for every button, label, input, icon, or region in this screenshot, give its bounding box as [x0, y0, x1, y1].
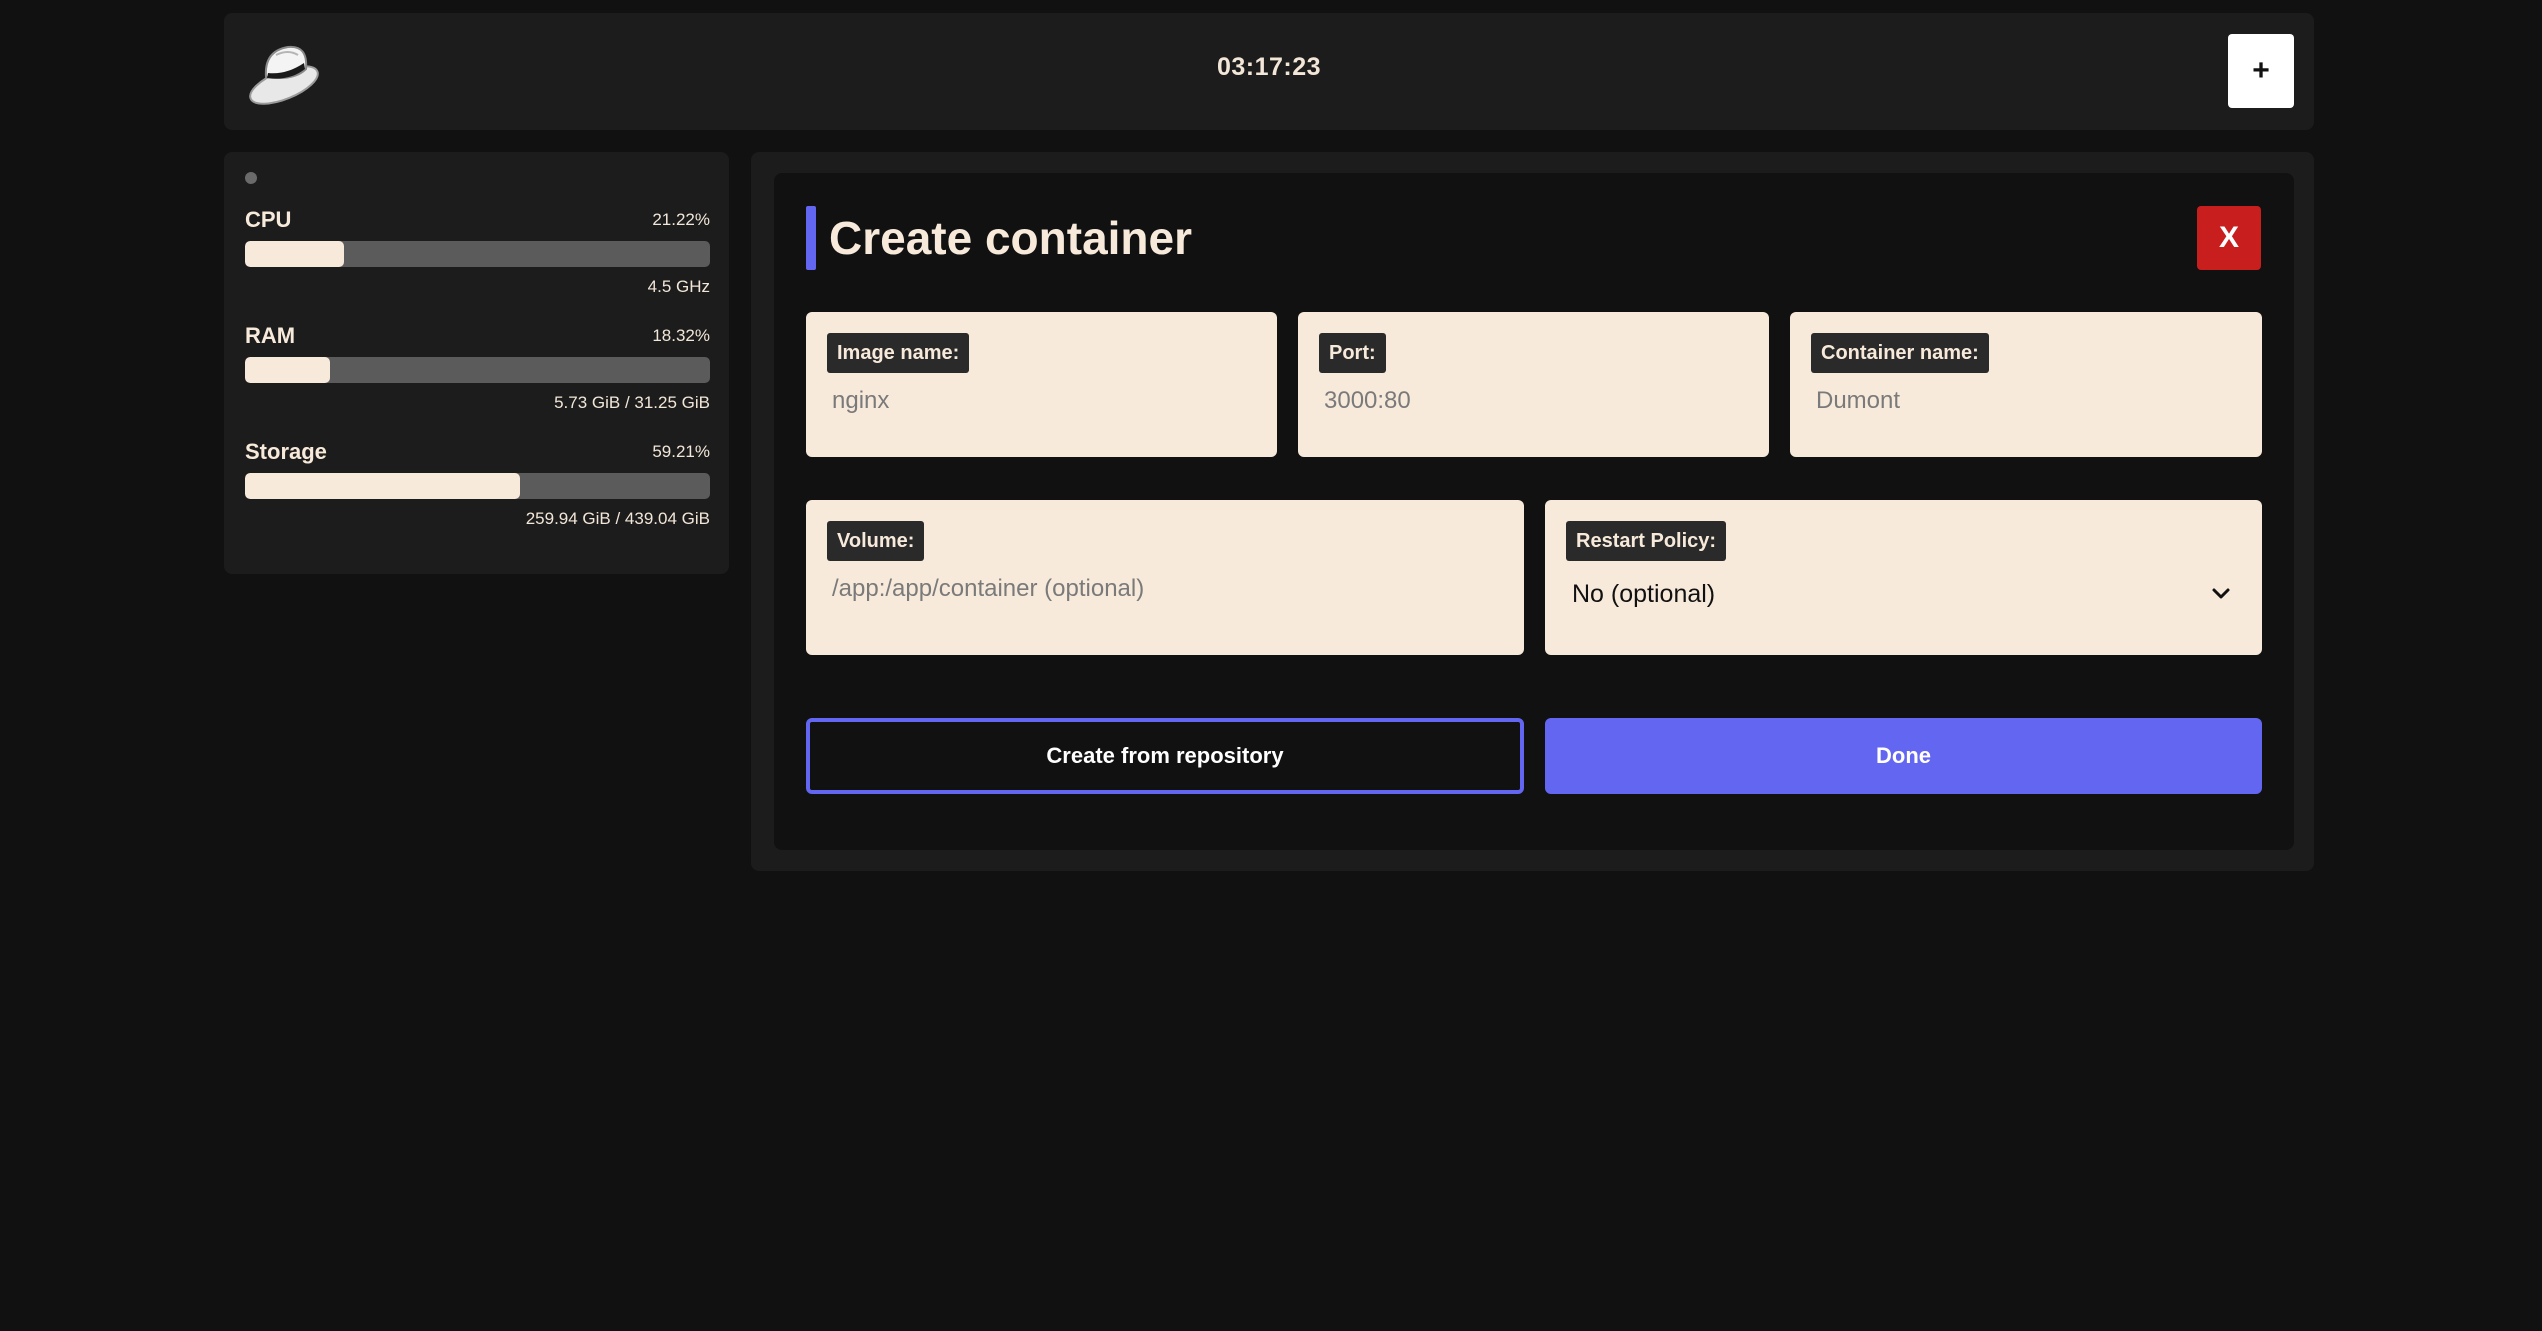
image-name-label: Image name:	[827, 333, 970, 373]
container-name-label: Container name:	[1811, 333, 1989, 373]
image-name-field: Image name:	[806, 312, 1277, 457]
create-container-modal: Create container X Image name: Port: Con…	[774, 173, 2294, 850]
ram-progress-fill	[245, 357, 331, 383]
volume-label: Volume:	[827, 521, 925, 561]
cpu-detail: 4.5 GHz	[647, 277, 710, 296]
cpu-stat: CPU 21.22% 4.5 GHz	[245, 207, 710, 297]
storage-percent: 59.21%	[652, 442, 710, 461]
chevron-down-icon[interactable]	[2210, 582, 2232, 604]
port-label: Port:	[1319, 333, 1386, 373]
volume-field: Volume:	[806, 500, 1524, 655]
storage-stat: Storage 59.21% 259.94 GiB / 439.04 GiB	[245, 439, 710, 529]
create-from-repository-button[interactable]: Create from repository	[806, 718, 1524, 794]
cpu-label: CPU	[245, 207, 292, 232]
top-bar: 03:17:23 +	[224, 13, 2314, 130]
port-field: Port:	[1298, 312, 1769, 457]
image-name-input[interactable]	[832, 387, 1257, 415]
storage-label: Storage	[245, 439, 327, 464]
storage-progress-fill	[245, 473, 521, 499]
ram-progress-bar	[245, 357, 710, 383]
system-stats-panel: CPU 21.22% 4.5 GHz RAM 18.32% 5.73 GiB /…	[224, 152, 729, 574]
container-name-input[interactable]	[1816, 387, 2242, 415]
ram-stat: RAM 18.32% 5.73 GiB / 31.25 GiB	[245, 323, 710, 413]
clock: 03:17:23	[1216, 53, 1322, 81]
ram-detail: 5.73 GiB / 31.25 GiB	[554, 393, 710, 412]
cpu-progress-bar	[245, 241, 710, 267]
storage-progress-bar	[245, 473, 710, 499]
done-button[interactable]: Done	[1545, 718, 2262, 794]
restart-policy-label: Restart Policy:	[1566, 521, 1727, 561]
volume-input[interactable]	[832, 575, 1504, 603]
restart-policy-select[interactable]: No (optional)	[1572, 580, 1715, 609]
storage-detail: 259.94 GiB / 439.04 GiB	[525, 509, 710, 528]
title-accent-bar	[806, 206, 816, 270]
close-button[interactable]: X	[2197, 206, 2261, 270]
main-panel: Create container X Image name: Port: Con…	[751, 152, 2314, 871]
modal-title: Create container	[829, 212, 1193, 264]
restart-policy-field[interactable]: Restart Policy: No (optional)	[1545, 500, 2262, 655]
ram-percent: 18.32%	[652, 326, 710, 345]
add-button[interactable]: +	[2228, 34, 2294, 108]
cpu-percent: 21.22%	[652, 210, 710, 229]
ram-label: RAM	[245, 323, 296, 348]
container-name-field: Container name:	[1790, 312, 2262, 457]
cpu-progress-fill	[245, 241, 344, 267]
port-input[interactable]	[1324, 387, 1749, 415]
status-dot-icon	[245, 172, 257, 184]
